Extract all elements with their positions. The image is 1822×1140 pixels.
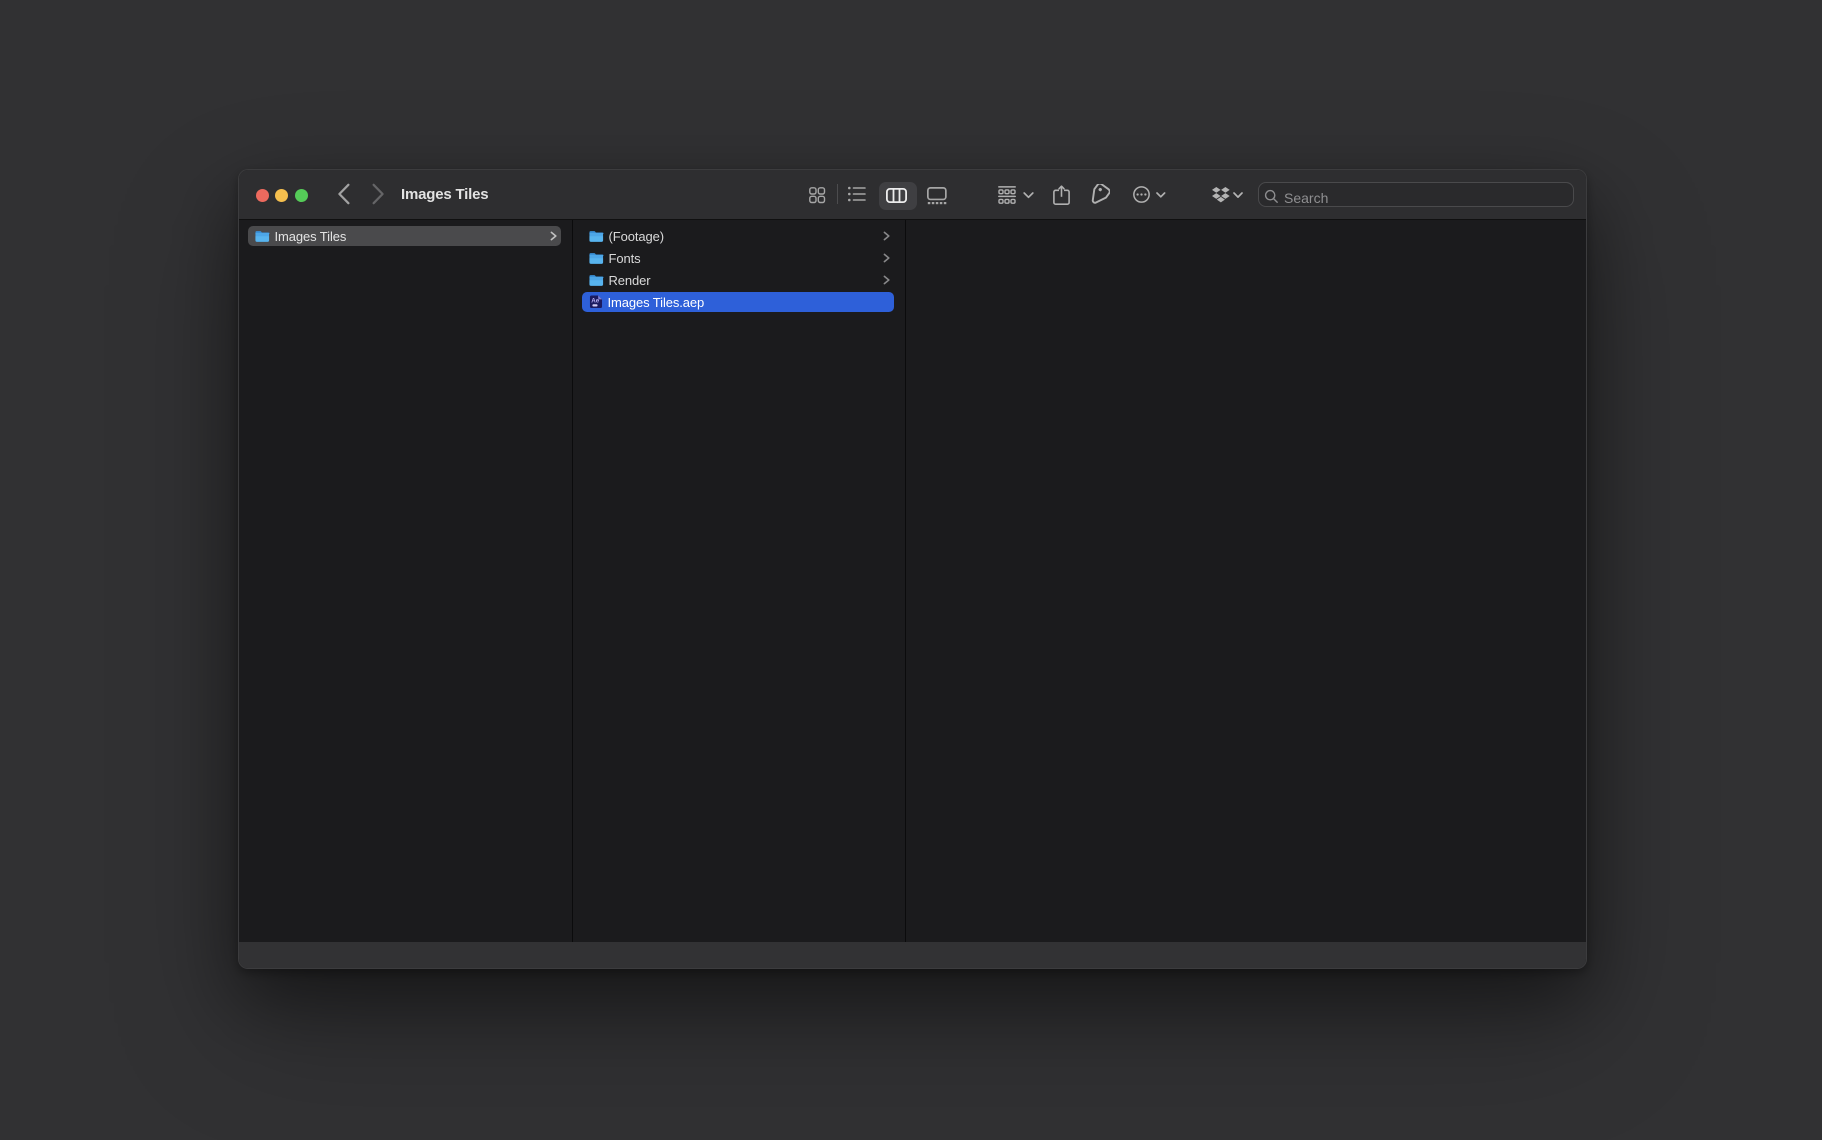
svg-text:Ae: Ae <box>591 298 600 305</box>
